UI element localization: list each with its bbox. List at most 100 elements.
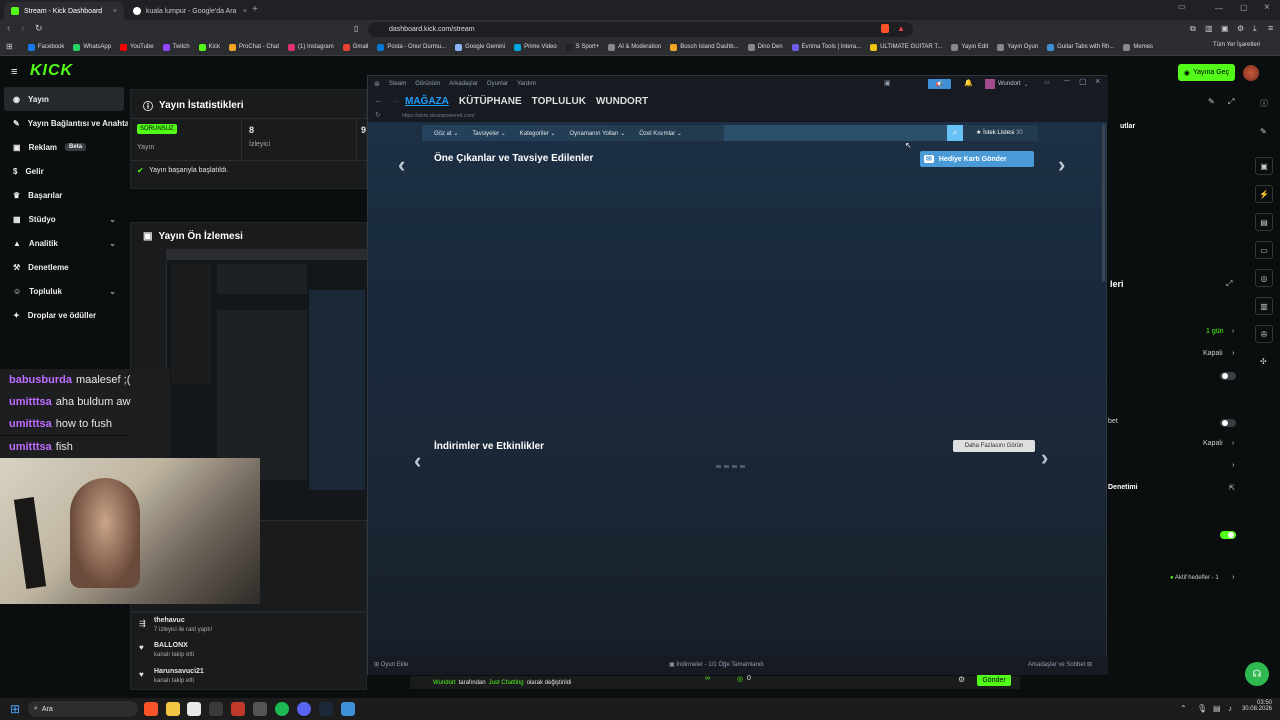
sidebar-item-topluluk[interactable]: ☺ Topluluk ⌄ (0, 279, 128, 303)
sidebar-item-droplar[interactable]: ✦ Droplar ve ödüller (0, 303, 128, 327)
sidebar-icon[interactable]: ▥ (1205, 24, 1213, 33)
broadcast-status-icon[interactable]: ▣ (884, 79, 891, 87)
rail-button-tool[interactable]: ✇ (1255, 325, 1273, 343)
add-game-button[interactable]: ⊞ Oyun Ekle (374, 661, 408, 668)
store-menu-recommendations[interactable]: Tavsiyeler ⌄ (472, 130, 505, 137)
menu-icon[interactable]: ≡ (1268, 23, 1273, 33)
network-icon[interactable]: ▤ (1213, 704, 1221, 713)
vpn-icon[interactable]: ⚙ (1237, 24, 1244, 33)
scrollbar[interactable] (1102, 124, 1105, 282)
apps-icon[interactable]: ⊞ (6, 42, 13, 51)
rail-button-chat[interactable]: ▭ (1255, 241, 1273, 259)
forward-icon[interactable]: › (21, 23, 24, 34)
downloads-status[interactable]: ▣ İndirmeler - 1/1 Öğe Tamamlandı (669, 661, 764, 668)
bookmark-icon[interactable]: ▯ (354, 24, 358, 33)
close-tab-icon[interactable]: × (113, 8, 117, 15)
bookmark-item[interactable]: Dino Den (747, 43, 783, 51)
maximize-icon[interactable]: ▢ (1079, 77, 1087, 86)
bookmark-item[interactable]: Posta - Onur Durmu... (377, 43, 446, 51)
clock[interactable]: 03:50 30.08.2026 (1240, 700, 1272, 712)
brave-rewards-icon[interactable]: ▲ (897, 24, 905, 33)
discord-icon[interactable] (297, 702, 311, 716)
mic-icon[interactable]: 🎙 (1197, 704, 1207, 713)
chat-settings-icon[interactable]: ⚙ (958, 675, 965, 684)
bookmark-item[interactable]: Yayın Oyun (997, 43, 1038, 51)
all-bookmarks[interactable]: Tüm Yer İşaretleri (1213, 42, 1260, 48)
bookmark-item[interactable]: ProChat - Chat (228, 43, 279, 51)
steam-tab-store[interactable]: MAĞAZA (405, 96, 449, 107)
sidebar-item-analitik[interactable]: ▲ Analitik ⌄ (0, 231, 128, 255)
store-menu-browse[interactable]: Göz at ⌄ (434, 130, 458, 137)
store-menu-categories[interactable]: Kategoriler ⌄ (520, 130, 556, 137)
toggle-switch[interactable] (1220, 531, 1236, 539)
kick-logo[interactable]: KICK (30, 62, 73, 80)
popout-icon[interactable]: ⤢ (1228, 97, 1234, 107)
steam-menu-friends[interactable]: Arkadaşlar (449, 81, 478, 87)
volume-icon[interactable]: ♪ (1228, 704, 1232, 713)
edit-icon[interactable]: ✎ (1208, 97, 1215, 106)
sidebar-item-studyo[interactable]: ▦ Stüdyo ⌄ (0, 207, 128, 231)
bookmark-item[interactable]: WhatsApp (73, 43, 111, 51)
back-icon[interactable]: ← (374, 95, 384, 106)
bookmark-item[interactable]: Kick (198, 43, 220, 51)
go-live-button[interactable]: ◉ Yayına Geç (1178, 64, 1235, 81)
close-window-icon[interactable]: × (1264, 2, 1270, 13)
sidebar-item-gelir[interactable]: $ Gelir (0, 159, 128, 183)
brave-shield-icon[interactable] (881, 24, 889, 33)
new-tab-icon[interactable]: + (252, 4, 258, 15)
extensions-icon[interactable]: ⧉ (1190, 24, 1196, 34)
bookmark-item[interactable]: Facebook (28, 43, 64, 51)
window-controls-icon[interactable]: ▭ (1178, 2, 1186, 11)
plugin-icon[interactable]: ✣ (1260, 357, 1267, 366)
spotify-icon[interactable] (275, 702, 289, 716)
search-button[interactable]: ⌕ (947, 125, 963, 141)
steam-menu-view[interactable]: Görünüm (415, 81, 440, 87)
bookmark-item[interactable]: Yayın Edit (951, 43, 988, 51)
app-blue-icon[interactable] (341, 702, 355, 716)
setting-value-2[interactable]: Kapalı (1203, 350, 1223, 357)
windows-start-icon[interactable]: ⊞ (10, 702, 20, 716)
minimize-icon[interactable]: — (1064, 78, 1070, 84)
bookmark-item[interactable]: YouTube (120, 43, 154, 51)
carousel-prev-icon[interactable]: ‹ (398, 152, 405, 178)
steam-tab-library[interactable]: KÜTÜPHANE (459, 96, 522, 107)
wishlist-link[interactable]: ★ İstek Listesi 30 (976, 129, 1023, 136)
send-button[interactable]: Gönder (977, 674, 1011, 686)
taskbar-search[interactable]: ⌕ Ara (28, 701, 138, 717)
url-field[interactable]: dashboard.kick.com/stream ▲ (368, 22, 913, 37)
rail-button-save[interactable]: ▥ (1255, 297, 1273, 315)
setting-value-1[interactable]: 1 gün (1206, 328, 1224, 335)
setting-value-3[interactable]: Kapalı (1203, 440, 1223, 447)
bookmark-item[interactable]: Bosch Island Dashb... (670, 43, 739, 51)
bookmark-item[interactable]: ULTIMATE GUITAR T... (870, 43, 942, 51)
store-menu-special[interactable]: Özel Kısımlar ⌄ (639, 130, 682, 137)
toggle-switch[interactable] (1220, 419, 1236, 427)
support-chat-button[interactable]: ☊ (1245, 662, 1269, 686)
steam-tab-community[interactable]: TOPLULUK (532, 96, 586, 107)
bookmark-item[interactable]: Guitar Tabs with Rh... (1047, 43, 1114, 51)
app-icon[interactable] (209, 702, 223, 716)
rail-button-doc[interactable]: ▤ (1255, 213, 1273, 231)
app-g-icon[interactable] (253, 702, 267, 716)
bookmark-item[interactable]: AI & Moderation (608, 43, 661, 51)
hamburger-menu-icon[interactable]: ≡ (11, 66, 17, 78)
carousel-next-icon[interactable]: › (1058, 152, 1065, 178)
tray-chevron-icon[interactable]: ⌃ (1180, 704, 1187, 713)
steam-user-menu[interactable]: Wundort ⌄ (985, 79, 1029, 89)
sidebar-item-denetleme[interactable]: ⚒ Denetleme (0, 255, 128, 279)
wallet-icon[interactable]: ▣ (1221, 24, 1229, 33)
rail-button-target[interactable]: ◎ (1255, 269, 1273, 287)
info-icon[interactable]: ⓘ (1260, 98, 1268, 109)
reload-icon[interactable]: ↻ (35, 23, 43, 34)
notepad-icon[interactable] (187, 702, 201, 716)
rail-button-bolt[interactable]: ⚡ (1255, 185, 1273, 203)
avatar[interactable] (1243, 65, 1259, 81)
bookmark-item[interactable]: Twitch (162, 43, 190, 51)
external-link-icon[interactable]: ⇱ (1229, 484, 1235, 492)
davinci-icon[interactable] (231, 702, 245, 716)
expand-icon[interactable]: ⤢ (1226, 279, 1232, 289)
notification-bell-icon[interactable]: 🔔 (964, 79, 973, 87)
sidebar-item-stream-key[interactable]: ✎ Yayın Bağlantısı ve Anahtarı (0, 111, 128, 135)
sidebar-item-reklam[interactable]: ▣ Reklam Beta (0, 135, 128, 159)
edit-icon[interactable]: ✎ (1260, 127, 1267, 136)
